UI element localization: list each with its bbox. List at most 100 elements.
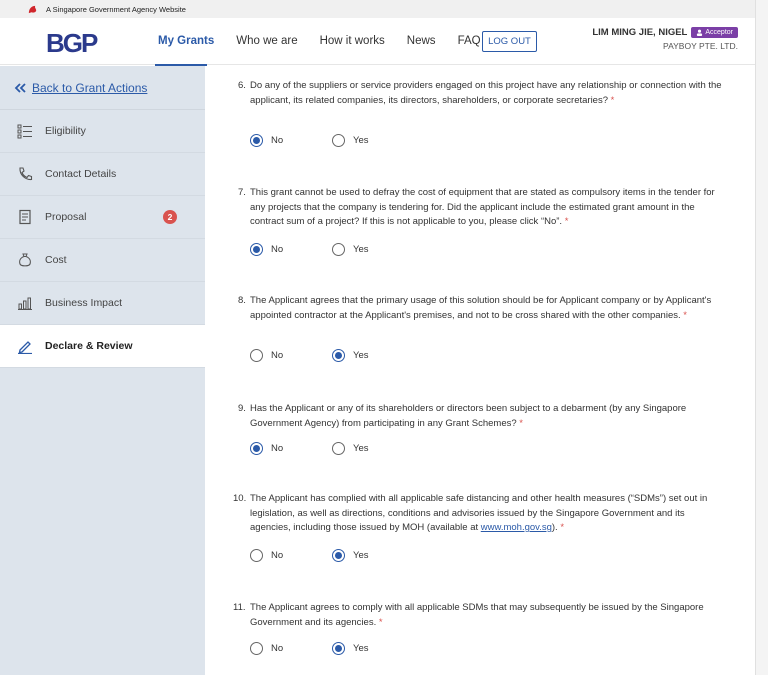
required-mark: * [519, 417, 523, 429]
option-label: Yes [353, 135, 369, 146]
nav-faq[interactable]: FAQ [458, 35, 481, 47]
question-number: 11. [233, 602, 246, 613]
question-9-options: No Yes [250, 442, 414, 455]
radio-button[interactable] [250, 549, 263, 562]
option-label: Yes [353, 350, 369, 361]
sidebar-item-business-impact[interactable]: Business Impact [0, 282, 205, 325]
q6-option-no[interactable]: No [250, 134, 332, 147]
radio-button[interactable] [250, 442, 263, 455]
main-nav: My Grants Who we are How it works News F… [158, 35, 503, 47]
question-text: Has the Applicant or any of its sharehol… [250, 403, 687, 429]
bgp-logo[interactable]: BGP [46, 28, 98, 59]
radio-button[interactable] [332, 442, 345, 455]
q11-option-yes[interactable]: Yes [332, 642, 414, 655]
gov-masthead: A Singapore Government Agency Website [0, 0, 768, 18]
logout-button[interactable]: LOG OUT [482, 31, 537, 52]
required-mark: * [560, 522, 565, 533]
question-10: 10. The Applicant has complied with all … [233, 492, 722, 536]
question-11: 11. The Applicant agrees to comply with … [233, 601, 722, 630]
radio-button[interactable] [250, 349, 263, 362]
question-text: The Applicant agrees to comply with all … [250, 602, 704, 628]
question-text: The Applicant agrees that the primary us… [250, 295, 712, 321]
nav-who-we-are[interactable]: Who we are [236, 35, 297, 47]
question-8-options: No Yes [250, 349, 414, 362]
role-badge-label: Acceptor [705, 29, 733, 36]
q10-option-yes[interactable]: Yes [332, 549, 414, 562]
double-chevron-left-icon [14, 82, 26, 93]
radio-button[interactable] [250, 642, 263, 655]
sidebar-item-cost[interactable]: Cost [0, 239, 205, 282]
back-to-grant-actions-link[interactable]: Back to Grant Actions [0, 66, 205, 110]
company-name: PAYBOY PTE. LTD. [663, 41, 738, 51]
option-label: No [271, 643, 284, 654]
option-label: Yes [353, 643, 369, 654]
option-label: Yes [353, 443, 369, 454]
moh-website-link[interactable]: www.moh.gov.sg [481, 522, 552, 533]
proposal-count-badge: 2 [163, 210, 177, 224]
question-6: 6. Do any of the suppliers or service pr… [238, 79, 722, 108]
q11-option-no[interactable]: No [250, 642, 332, 655]
sidebar-item-label: Business Impact [45, 297, 123, 309]
question-number: 9. [238, 403, 246, 414]
page-scrollbar[interactable] [755, 0, 768, 675]
radio-button[interactable] [332, 349, 345, 362]
question-9: 9. Has the Applicant or any of its share… [238, 402, 722, 431]
q7-option-no[interactable]: No [250, 243, 332, 256]
option-label: No [271, 350, 284, 361]
user-info: LIM MING JIE, NIGEL Acceptor PAYBOY PTE.… [592, 27, 738, 51]
required-mark: * [683, 309, 687, 321]
nav-news[interactable]: News [407, 35, 436, 47]
q9-option-yes[interactable]: Yes [332, 442, 414, 455]
user-icon [697, 29, 703, 36]
role-badge: Acceptor [691, 27, 738, 38]
option-label: Yes [353, 550, 369, 561]
question-text: This grant cannot be used to defray the … [250, 187, 715, 227]
question-text: Do any of the suppliers or service provi… [250, 80, 722, 106]
question-text: The Applicant has complied with all appl… [250, 493, 708, 533]
sidebar-item-label: Contact Details [45, 168, 117, 180]
option-label: No [271, 244, 284, 255]
radio-button[interactable] [250, 243, 263, 256]
radio-button[interactable] [332, 134, 345, 147]
money-bag-icon [19, 253, 31, 267]
sidebar-item-label: Cost [45, 254, 67, 266]
radio-button[interactable] [332, 243, 345, 256]
q9-option-no[interactable]: No [250, 442, 332, 455]
question-11-options: No Yes [250, 642, 414, 655]
option-label: No [271, 135, 284, 146]
bar-chart-icon [18, 297, 32, 310]
radio-button[interactable] [250, 134, 263, 147]
q8-option-yes[interactable]: Yes [332, 349, 414, 362]
sidebar-item-eligibility[interactable]: Eligibility [0, 110, 205, 153]
sidebar-item-label: Proposal [45, 211, 87, 223]
sidebar: Back to Grant Actions Eligibility Contac… [0, 66, 205, 675]
sidebar-item-label: Eligibility [45, 125, 86, 137]
question-number: 6. [238, 80, 246, 91]
q7-option-yes[interactable]: Yes [332, 243, 414, 256]
question-8: 8. The Applicant agrees that the primary… [238, 294, 722, 323]
q8-option-no[interactable]: No [250, 349, 332, 362]
question-text-end: ). [551, 522, 558, 533]
gov-masthead-text: A Singapore Government Agency Website [46, 4, 186, 14]
phone-icon [19, 167, 33, 181]
required-mark: * [610, 94, 615, 106]
checklist-icon [17, 124, 32, 139]
radio-button[interactable] [332, 642, 345, 655]
question-7-options: No Yes [250, 243, 414, 256]
q10-option-no[interactable]: No [250, 549, 332, 562]
q6-option-yes[interactable]: Yes [332, 134, 414, 147]
pen-icon [18, 341, 32, 354]
question-number: 7. [238, 187, 246, 198]
sidebar-item-declare-review[interactable]: Declare & Review [0, 325, 205, 368]
sidebar-item-label: Declare & Review [45, 340, 133, 352]
nav-my-grants[interactable]: My Grants [158, 35, 214, 47]
nav-how-it-works[interactable]: How it works [320, 35, 385, 47]
document-icon [19, 209, 31, 225]
question-7: 7. This grant cannot be used to defray t… [238, 186, 722, 230]
question-number: 10. [233, 493, 247, 504]
singapore-lion-icon [28, 5, 37, 13]
radio-button[interactable] [332, 549, 345, 562]
sidebar-item-contact-details[interactable]: Contact Details [0, 153, 205, 196]
sidebar-item-proposal[interactable]: Proposal 2 [0, 196, 205, 239]
question-6-options: No Yes [250, 134, 414, 147]
